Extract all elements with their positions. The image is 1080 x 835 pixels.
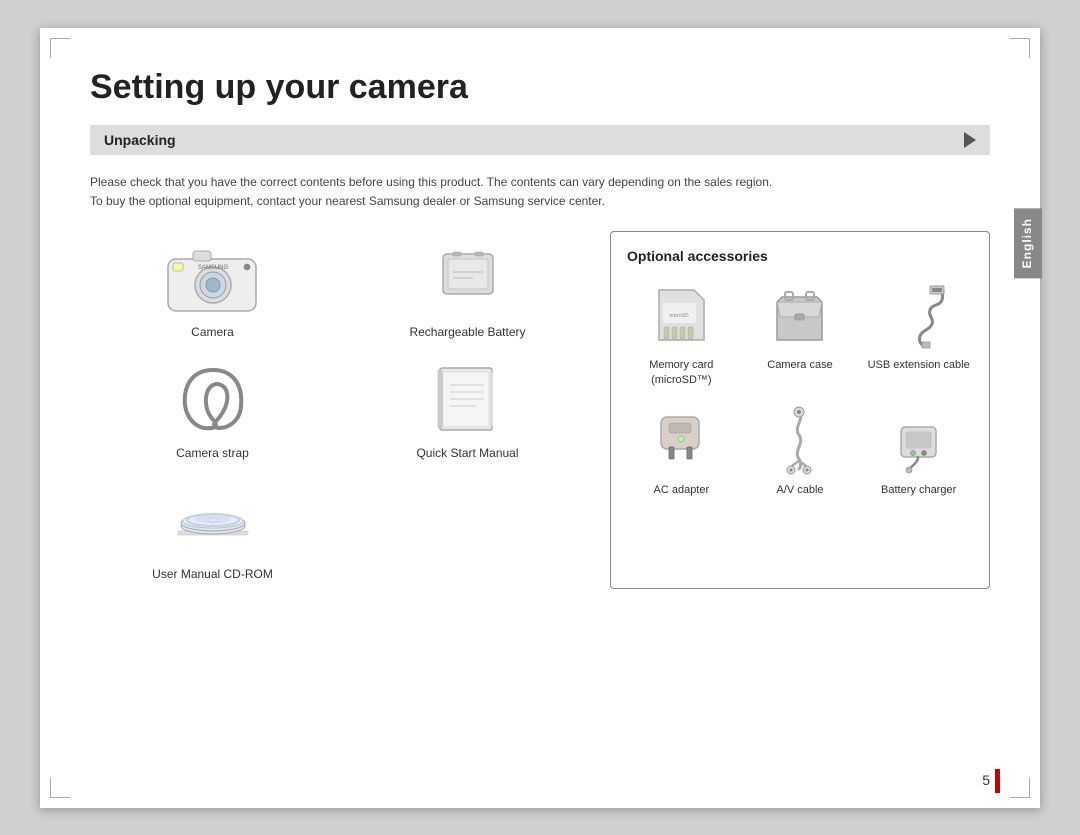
page-number-accent [995, 769, 1000, 793]
camera-label: Camera [191, 325, 234, 339]
adapter-label: AC adapter [654, 483, 710, 498]
item-camera: SAMSUNG Camera [90, 231, 335, 347]
memcard-icon: microSD [641, 280, 721, 350]
manual-label: Quick Start Manual [416, 446, 518, 460]
item-strap: Camera strap [90, 352, 335, 468]
usb-label: USB extension cable [868, 358, 970, 373]
charger-icon [879, 405, 959, 475]
svg-text:SAMSUNG: SAMSUNG [197, 265, 228, 271]
avcable-label: A/V cable [776, 483, 823, 498]
battery-label: Rechargeable Battery [409, 325, 525, 339]
page: English 5 Setting up your camera Unpacki… [40, 28, 1040, 808]
corner-mark-bl [50, 778, 70, 798]
arrow-icon [964, 132, 976, 148]
opt-item-avcable: A/V cable [746, 405, 855, 498]
opt-item-charger: Battery charger [864, 405, 973, 498]
opt-item-adapter: AC adapter [627, 405, 736, 498]
page-title: Setting up your camera [90, 68, 990, 107]
manual-icon [418, 360, 518, 440]
optional-accessories-box: Optional accessories [610, 231, 990, 589]
opt-item-memcard: microSD Memory card(microSD™) [627, 280, 736, 389]
description-line2: To buy the optional equipment, contact y… [90, 194, 605, 208]
opt-item-usb: USB extension cable [864, 280, 973, 389]
charger-label: Battery charger [881, 483, 956, 498]
optional-title: Optional accessories [627, 248, 973, 264]
corner-mark-tr [1010, 38, 1030, 58]
case-icon [760, 280, 840, 350]
description-text: Please check that you have the correct c… [90, 173, 990, 211]
language-tab: English [1014, 208, 1042, 278]
included-items: SAMSUNG Camera [90, 231, 590, 589]
corner-mark-br [1010, 778, 1030, 798]
item-cdrom: User Manual CD-ROM [90, 473, 335, 589]
avcable-icon [760, 405, 840, 475]
corner-mark-tl [50, 38, 70, 58]
description-line1: Please check that you have the correct c… [90, 175, 772, 189]
usb-icon [879, 280, 959, 350]
camera-icon: SAMSUNG [163, 239, 263, 319]
adapter-icon [641, 405, 721, 475]
items-grid: SAMSUNG Camera [90, 231, 590, 589]
svg-text:microSD: microSD [669, 313, 689, 319]
item-battery: Rechargeable Battery [345, 231, 590, 347]
optional-grid: microSD Memory card(microSD™) [627, 280, 973, 498]
page-number: 5 [982, 772, 990, 788]
content-area: SAMSUNG Camera [90, 231, 990, 589]
battery-icon [418, 239, 518, 319]
strap-icon [163, 360, 263, 440]
section-bar: Unpacking [90, 125, 990, 155]
opt-item-case: Camera case [746, 280, 855, 389]
memcard-label: Memory card(microSD™) [649, 358, 713, 389]
section-label: Unpacking [104, 132, 176, 148]
cdrom-label: User Manual CD-ROM [152, 567, 273, 581]
cdrom-icon [163, 481, 263, 561]
case-label: Camera case [767, 358, 832, 373]
item-manual: Quick Start Manual [345, 352, 590, 468]
strap-label: Camera strap [176, 446, 249, 460]
